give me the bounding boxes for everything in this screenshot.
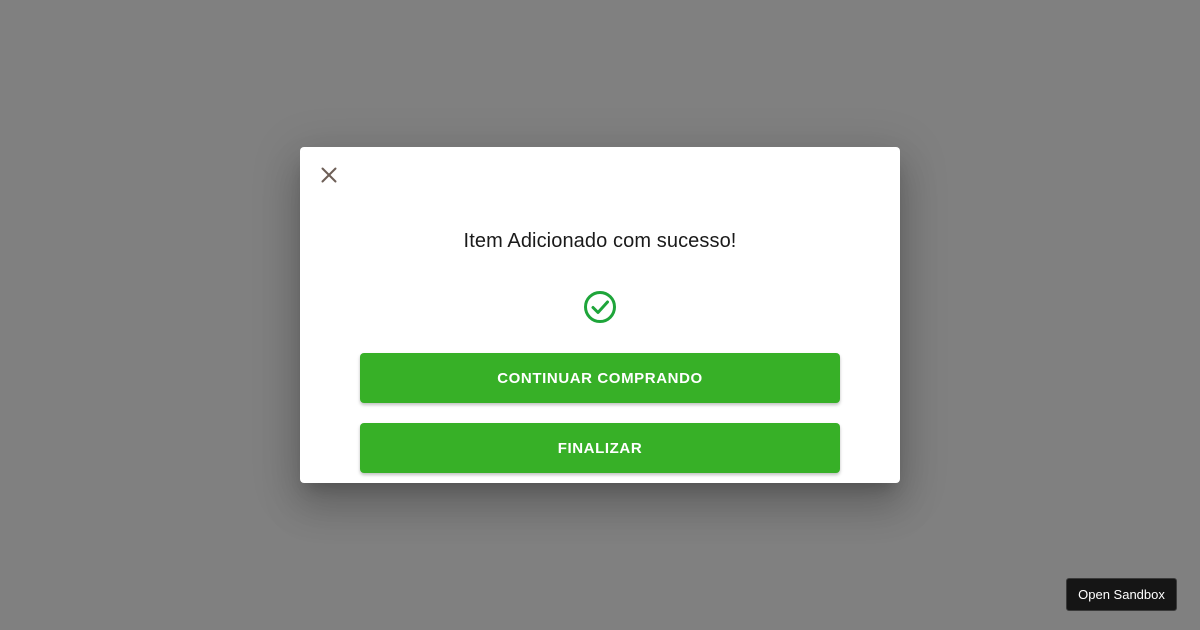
continue-shopping-button[interactable]: CONTINUAR COMPRANDO [360, 353, 840, 403]
success-dialog: Item Adicionado com sucesso! CONTINUAR C… [300, 147, 900, 483]
finish-button[interactable]: FINALIZAR [360, 423, 840, 473]
dialog-title: Item Adicionado com sucesso! [463, 230, 737, 252]
check-circle-icon [583, 290, 617, 324]
close-button[interactable] [316, 162, 342, 188]
close-icon [320, 166, 338, 184]
open-sandbox-button[interactable]: Open Sandbox [1066, 578, 1177, 611]
